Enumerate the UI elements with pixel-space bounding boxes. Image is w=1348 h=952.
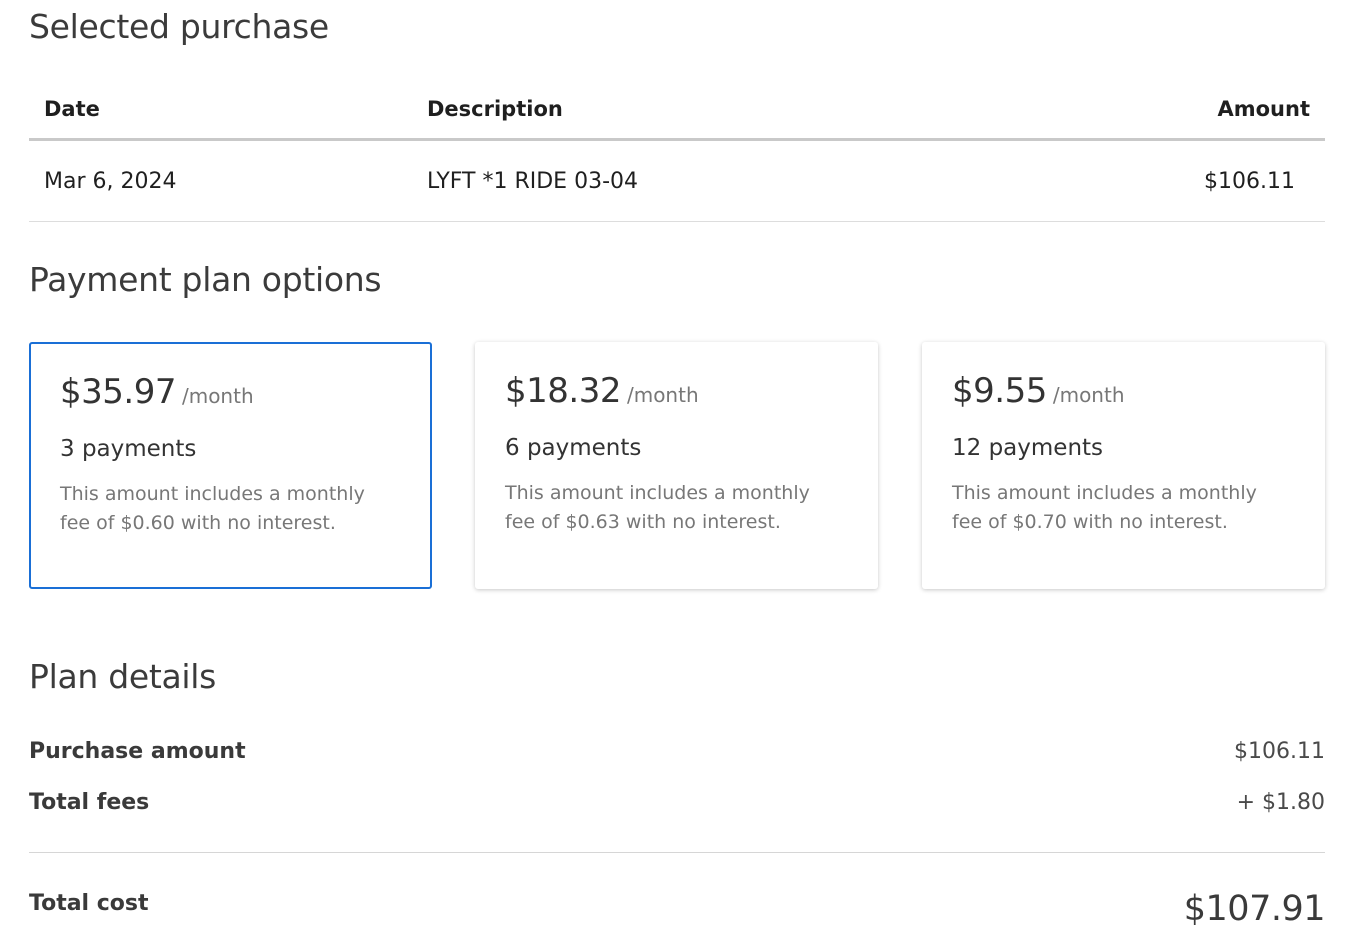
column-header-date: Date bbox=[44, 97, 100, 121]
divider bbox=[29, 852, 1325, 853]
total-fees-row: Total fees + $1.80 bbox=[29, 790, 1325, 822]
per-month-label: /month bbox=[181, 384, 254, 408]
plan-option-card-12-payments[interactable]: $9.55/month 12 payments This amount incl… bbox=[922, 342, 1325, 589]
plan-option-card-6-payments[interactable]: $18.32/month 6 payments This amount incl… bbox=[475, 342, 878, 589]
table-row: Mar 6, 2024 LYFT *1 RIDE 03-04 $106.11 bbox=[29, 141, 1325, 222]
total-cost-row: Total cost $107.91 bbox=[29, 889, 1326, 941]
payment-plan-options-title: Payment plan options bbox=[29, 260, 382, 299]
per-month-label: /month bbox=[626, 383, 699, 407]
total-fees-value: + $1.80 bbox=[1236, 790, 1325, 815]
purchase-amount-label: Purchase amount bbox=[29, 739, 246, 764]
payment-count: 12 payments bbox=[952, 435, 1104, 461]
total-cost-label: Total cost bbox=[29, 891, 149, 916]
per-month-label: /month bbox=[1052, 383, 1125, 407]
payment-count: 3 payments bbox=[60, 436, 197, 462]
purchase-description: LYFT *1 RIDE 03-04 bbox=[427, 169, 638, 194]
fee-note: This amount includes a monthly fee of $0… bbox=[60, 483, 365, 534]
purchase-amount: $106.11 bbox=[1204, 169, 1295, 194]
fee-note: This amount includes a monthly fee of $0… bbox=[952, 482, 1257, 533]
purchase-table-header: Date Description Amount bbox=[29, 90, 1325, 141]
purchase-table: Date Description Amount Mar 6, 2024 LYFT… bbox=[29, 90, 1325, 222]
monthly-amount: $9.55 bbox=[952, 371, 1047, 411]
total-cost-value: $107.91 bbox=[1183, 889, 1326, 929]
fee-note: This amount includes a monthly fee of $0… bbox=[505, 482, 810, 533]
purchase-amount-value: $106.11 bbox=[1234, 739, 1325, 764]
monthly-amount: $18.32 bbox=[505, 371, 621, 411]
total-fees-label: Total fees bbox=[29, 790, 150, 815]
selected-purchase-title: Selected purchase bbox=[29, 7, 329, 46]
monthly-amount: $35.97 bbox=[60, 372, 176, 412]
purchase-date: Mar 6, 2024 bbox=[44, 169, 177, 194]
plan-option-card-3-payments[interactable]: $35.97/month 3 payments This amount incl… bbox=[29, 342, 432, 589]
column-header-amount: Amount bbox=[1217, 97, 1310, 121]
column-header-description: Description bbox=[427, 97, 563, 121]
page: Selected purchase Date Description Amoun… bbox=[0, 0, 1348, 952]
purchase-amount-row: Purchase amount $106.11 bbox=[29, 739, 1325, 771]
plan-details-title: Plan details bbox=[29, 657, 217, 696]
payment-count: 6 payments bbox=[505, 435, 642, 461]
